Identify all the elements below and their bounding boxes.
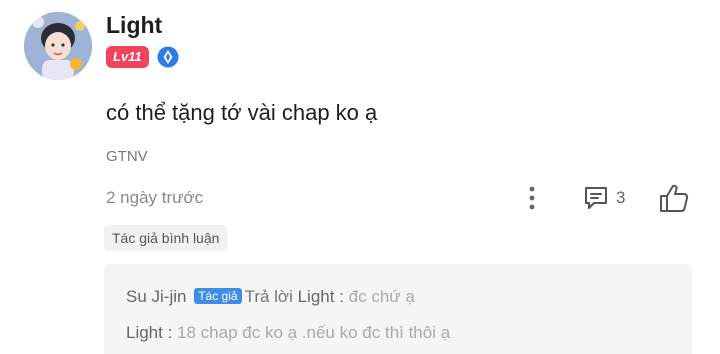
reply-button[interactable]: 3 [582,184,625,212]
author-badge: Tác giả [194,288,242,304]
reply-count: 3 [616,188,626,207]
avatar[interactable] [24,12,92,80]
reply-verb: Trả lời [244,287,293,306]
blue-gem-icon [157,46,179,68]
comment-icon [585,187,607,209]
reply-list: Su Ji-jin Tác giả Trả lời Light : đc chứ … [104,264,692,354]
reply-author-name[interactable]: Su Ji-jin [126,287,186,306]
level-badge: Lv11 [106,46,149,68]
reply-separator: : [334,287,349,306]
reply-separator: : [162,323,178,342]
author-comment-label: Tác giả bình luận [104,225,228,251]
comment-tag: GTNV [106,148,148,165]
comment-timestamp: 2 ngày trước [106,188,204,207]
reply-item[interactable]: Su Ji-jin Tác giả Trả lời Light : đc chứ … [126,286,670,308]
username[interactable]: Light [106,12,162,39]
reply-author-name[interactable]: Light [126,323,163,342]
like-icon[interactable] [658,183,690,213]
avatar-image [24,12,92,80]
reply-text: 18 chap đc ko ạ .nếu ko đc thì thôi ạ [177,323,451,342]
badge-row: Lv11 [106,46,179,68]
reply-item[interactable]: Light : 18 chap đc ko ạ .nếu ko đc thì t… [126,322,670,344]
reply-text: đc chứ ạ [348,287,415,306]
comment-text: có thể tặng tớ vài chap ko ạ [106,100,378,125]
more-options-icon[interactable] [522,184,542,212]
reply-target-name[interactable]: Light [298,287,335,306]
